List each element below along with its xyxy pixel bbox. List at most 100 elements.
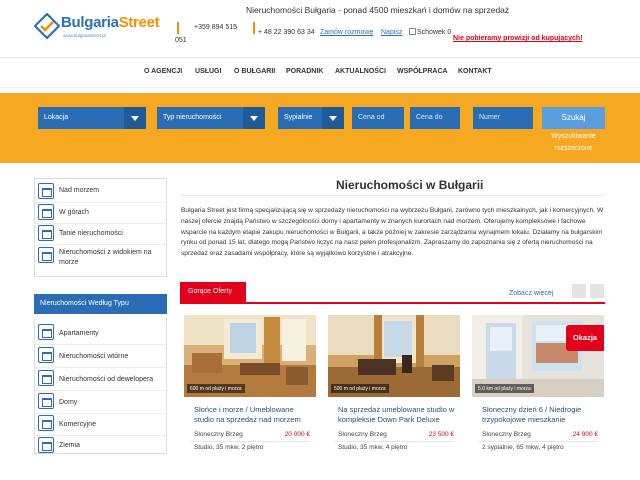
- divider: [35, 202, 166, 203]
- key-icon: [38, 347, 54, 363]
- offer-price: 20 000 €: [284, 431, 310, 438]
- no-commission-link[interactable]: Nie pobieramy prowizji od kupujących!: [453, 35, 583, 42]
- sidebar-item-resale[interactable]: Nieruchomości wtórne: [35, 347, 166, 364]
- building-icon: [38, 324, 54, 340]
- crane-icon: [38, 370, 54, 386]
- menu-item-cooperation[interactable]: WSPÓŁPRACA: [397, 68, 448, 75]
- house-icon: [38, 393, 54, 409]
- offer-info: Studio, 35 mkw, 4 piętro: [338, 444, 408, 451]
- menu-item-guide[interactable]: PORADNIK: [286, 68, 323, 75]
- sidebar-item-mountains[interactable]: W górach: [35, 204, 166, 221]
- divider: [180, 195, 605, 196]
- offer-location: Słoneczny Brzeg: [482, 431, 531, 438]
- number-input[interactable]: Numer: [473, 107, 533, 129]
- land-icon: [38, 437, 54, 453]
- tag-icon: [38, 225, 54, 241]
- bargain-badge: Okazja: [566, 325, 604, 351]
- distance-badge: 500 m od plaży i morza: [331, 384, 389, 393]
- offer-title[interactable]: Słoneczny dzień 6 / Niedrogie trzypokojo…: [482, 405, 600, 425]
- offer-price: 23 500 €: [428, 431, 454, 438]
- order-call-link[interactable]: Zamów rozmowę: [320, 29, 373, 36]
- clipboard-link[interactable]: Schowek 0: [417, 29, 451, 36]
- sidebar-item-houses[interactable]: Domy: [35, 393, 166, 410]
- logo-url: www.bulgariastreet.pl: [63, 33, 106, 38]
- offer-card[interactable]: 600 m od plaży i morza Słońce i morze / …: [184, 315, 316, 480]
- sidebar-types-box: Apartamenty Nieruchomości wtórne Nieruch…: [34, 318, 167, 454]
- sidebar-item-cheap[interactable]: Tanie nieruchomości: [35, 225, 166, 242]
- divider: [177, 22, 179, 34]
- distance-badge: 600 m od plaży i morza: [187, 384, 245, 393]
- sidebar-item-commercial[interactable]: Komercyjne: [35, 415, 166, 432]
- menu-item-contact[interactable]: KONTAKT: [458, 68, 492, 75]
- offer-title[interactable]: Na sprzedaż umeblowane studio w kompleks…: [338, 405, 456, 425]
- advanced-search-link[interactable]: Wyszukiwanie rozszerzone: [542, 131, 605, 155]
- sidebar-item-sea-view[interactable]: Nieruchomości z widokiem na morze: [35, 247, 166, 273]
- offer-card[interactable]: Okazja 5.0 km od plaży i morza Słoneczny…: [472, 315, 604, 480]
- offer-price: 24 900 €: [572, 431, 598, 438]
- sea-view-icon: [38, 247, 54, 263]
- sidebar-item-land[interactable]: Ziemia: [35, 437, 166, 453]
- chevron-down-icon: [322, 107, 344, 129]
- main-menu: O AGENCJI USŁUGI O BUŁGARII PORADNIK AKT…: [0, 58, 640, 88]
- shop-icon: [38, 415, 54, 431]
- offer-photo[interactable]: Okazja 5.0 km od plaży i morza: [472, 315, 604, 397]
- divider: [253, 22, 255, 34]
- sidebar-types-heading: Nieruchomości Według Typu: [34, 294, 167, 314]
- divider: [190, 441, 310, 442]
- menu-item-about-bulgaria[interactable]: O BUŁGARII: [234, 68, 275, 75]
- price-from-input[interactable]: Cena od: [352, 107, 404, 129]
- divider: [35, 223, 166, 224]
- offer-location: Słoneczny Brzeg: [194, 431, 243, 438]
- chevron-down-icon: [124, 107, 146, 129]
- phone-bg-suffix[interactable]: 051: [175, 37, 187, 44]
- distance-badge: 5.0 km od plaży i morza: [475, 384, 534, 393]
- offer-info: Studio, 35 mkw, 2 piętro: [194, 444, 264, 451]
- intro-text: Bulgaria Street jest firmą specjalizując…: [181, 207, 604, 258]
- write-link[interactable]: Napisz: [381, 29, 402, 36]
- divider: [35, 413, 166, 414]
- logo[interactable]: BulgariaStreet www.bulgariastreet.pl: [34, 12, 160, 42]
- logo-diamond-icon: [34, 13, 60, 39]
- offers-tabbar: Gorące Oferty Zobacz więcej: [180, 282, 605, 304]
- divider: [35, 244, 166, 245]
- tab-hot-offers[interactable]: Gorące Oferty: [180, 282, 246, 302]
- see-more-link[interactable]: Zobacz więcej: [509, 290, 553, 297]
- house-icon: [38, 183, 54, 199]
- bedrooms-select[interactable]: Sypialnie: [278, 107, 344, 129]
- site-header: BulgariaStreet www.bulgariastreet.pl Nie…: [0, 0, 640, 58]
- mountain-icon: [38, 204, 54, 220]
- prev-arrow-button[interactable]: [572, 284, 586, 298]
- next-arrow-button[interactable]: [590, 284, 604, 298]
- sidebar-item-apartments[interactable]: Apartamenty: [35, 324, 166, 341]
- sidebar-item-developer[interactable]: Nieruchomości od dewelopera: [35, 370, 166, 387]
- menu-item-news[interactable]: AKTUALNOŚCI: [335, 68, 386, 75]
- phone-pl[interactable]: + 48 22 390 63 34: [258, 29, 315, 36]
- divider: [334, 441, 454, 442]
- offer-title[interactable]: Słońce i morze / Umeblowane studio na sp…: [194, 405, 312, 425]
- offer-photo[interactable]: 500 m od plaży i morza: [328, 315, 460, 397]
- offer-info: 2 sypialnie, 65 mkw, 4 piętro: [482, 444, 564, 451]
- chevron-down-icon: [243, 107, 265, 129]
- type-select[interactable]: Typ nieruchomości: [157, 107, 265, 129]
- menu-item-services[interactable]: USŁUGI: [195, 68, 221, 75]
- sidebar-item-seaside[interactable]: Nad morzem: [35, 183, 166, 200]
- divider: [35, 367, 166, 368]
- offer-photo[interactable]: 600 m od plaży i morza: [184, 315, 316, 397]
- search-bar: Lokacja Typ nieruchomości Sypialnie Cena…: [0, 93, 640, 163]
- divider: [35, 344, 166, 345]
- offer-card[interactable]: 500 m od plaży i morza Na sprzedaż umebl…: [328, 315, 460, 480]
- location-select[interactable]: Lokacja: [38, 107, 146, 129]
- clipboard-icon[interactable]: [409, 28, 416, 35]
- phone-bg[interactable]: +359 894 515: [194, 24, 237, 31]
- divider: [35, 435, 166, 436]
- header-title: Nieruchomości Bułgaria - ponad 4500 mies…: [246, 5, 510, 15]
- menu-item-agency[interactable]: O AGENCJI: [144, 68, 182, 75]
- page-title: Nieruchomości w Bułgarii: [336, 178, 484, 192]
- sidebar-location-box: Nad morzem W górach Tanie nieruchomości …: [34, 178, 167, 277]
- logo-text: BulgariaStreet: [61, 14, 160, 31]
- divider: [478, 441, 598, 442]
- offer-location: Słoneczny Brzeg: [338, 431, 387, 438]
- price-to-input[interactable]: Cena do: [410, 107, 460, 129]
- search-button[interactable]: Szukaj: [542, 107, 605, 129]
- divider: [35, 390, 166, 391]
